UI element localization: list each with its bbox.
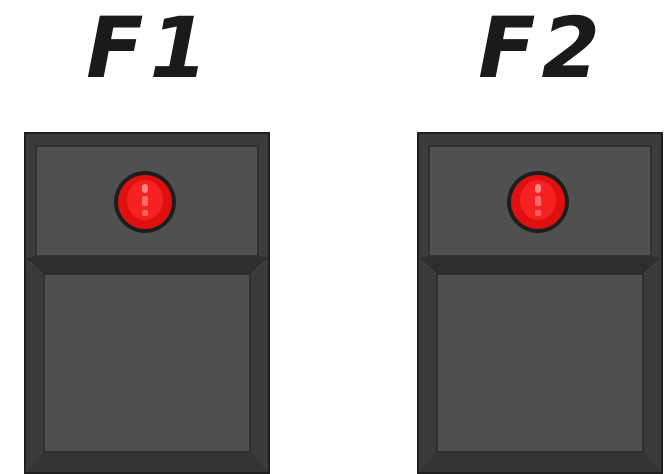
top-bevel bbox=[26, 134, 268, 146]
bottom-pedal-bevel bbox=[419, 452, 661, 472]
left-top-bevel bbox=[26, 134, 36, 266]
switch-label-f1: F1 bbox=[86, 0, 214, 97]
right-pedal-bevel bbox=[643, 260, 661, 472]
footswitch-f2-graphic bbox=[417, 132, 663, 474]
led-indicator-f2 bbox=[507, 171, 569, 233]
left-top-bevel bbox=[419, 134, 429, 266]
pedal-face bbox=[436, 273, 644, 453]
housing-shadow bbox=[26, 256, 268, 274]
switch-label-f2: F2 bbox=[478, 0, 606, 97]
right-top-bevel bbox=[651, 134, 661, 266]
footswitch-f1[interactable] bbox=[24, 132, 270, 474]
right-pedal-bevel bbox=[250, 260, 268, 472]
left-pedal-bevel bbox=[419, 260, 437, 472]
top-bevel bbox=[419, 134, 661, 146]
led-indicator-f1 bbox=[114, 171, 176, 233]
pedal-face bbox=[43, 273, 251, 453]
footswitch-f1-graphic bbox=[24, 132, 270, 474]
footswitch-f2[interactable] bbox=[417, 132, 663, 474]
bottom-pedal-bevel bbox=[26, 452, 268, 472]
left-pedal-bevel bbox=[26, 260, 44, 472]
housing-shadow bbox=[419, 256, 661, 274]
right-top-bevel bbox=[258, 134, 268, 266]
